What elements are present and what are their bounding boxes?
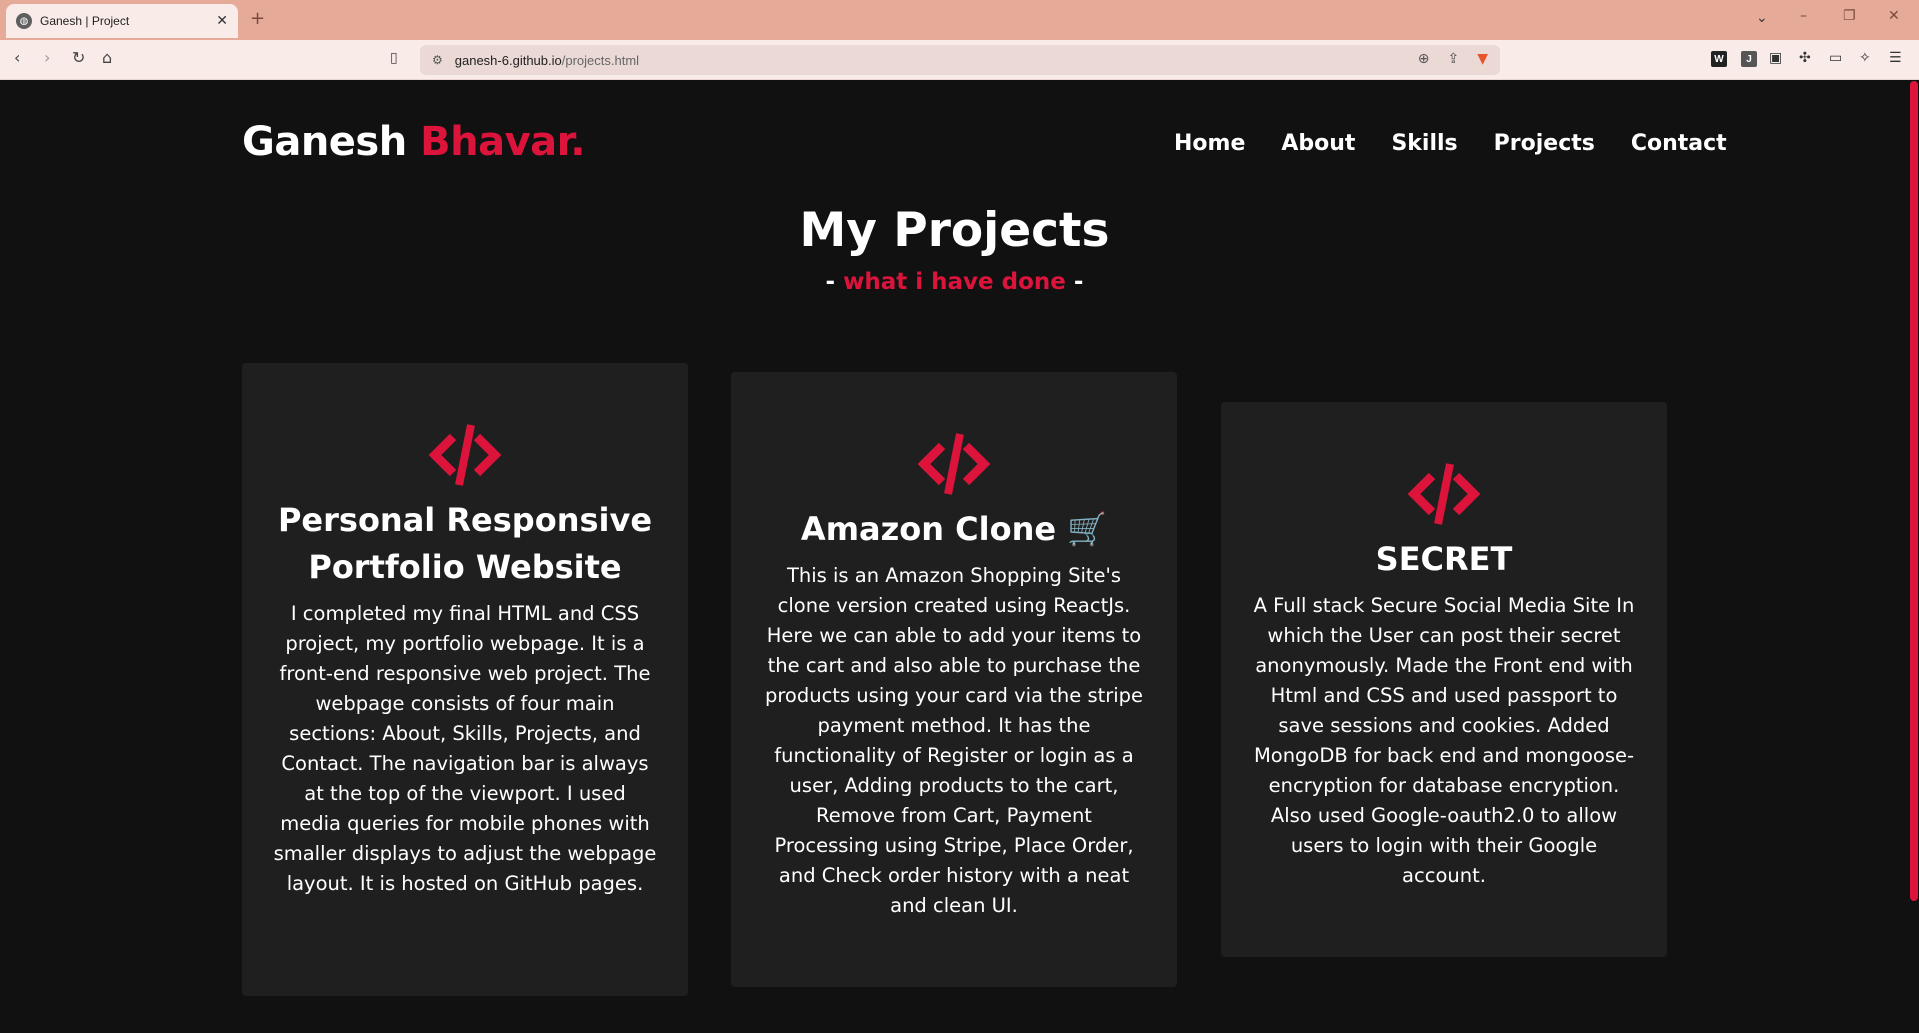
project-title: Personal Responsive Portfolio Website	[277, 501, 653, 586]
nav-skills[interactable]: Skills	[1391, 131, 1457, 156]
project-title: SECRET	[1375, 540, 1513, 578]
code-icon	[1407, 463, 1481, 525]
url-host: ganesh-6.github.io	[454, 52, 562, 68]
extension-w-icon[interactable]: W	[1711, 51, 1727, 67]
globe-icon: ◍	[16, 13, 32, 29]
restore-icon[interactable]: ❐	[1843, 8, 1856, 24]
menu-icon[interactable]: ☰	[1889, 50, 1902, 66]
browser-tab-bar: ◍ Ganesh | Project ✕ + ⌄ – ❐ ✕	[0, 0, 1919, 40]
minimize-icon[interactable]: –	[1800, 8, 1807, 24]
nav-projects[interactable]: Projects	[1494, 131, 1595, 156]
project-description: I completed my final HTML and CSS projec…	[273, 602, 657, 895]
browser-tab[interactable]: ◍ Ganesh | Project ✕	[6, 4, 238, 38]
reload-icon[interactable]: ↻	[72, 48, 85, 67]
project-card: Personal Responsive Portfolio Website I …	[242, 363, 688, 996]
zoom-icon[interactable]: ⊕	[1418, 51, 1430, 67]
leo-ai-icon[interactable]: ✧	[1859, 50, 1871, 66]
project-card: Amazon Clone 🛒 This is an Amazon Shoppin…	[731, 372, 1177, 987]
tab-title: Ganesh | Project	[40, 14, 130, 28]
address-bar[interactable]: ⚙ ganesh-6.github.io /projects.html ⊕ ⇪ …	[420, 45, 1500, 75]
code-icon	[917, 433, 991, 495]
back-icon[interactable]: ‹	[14, 48, 20, 67]
wallet-icon[interactable]: ▭	[1829, 50, 1842, 66]
subtitle-dash-right: -	[1065, 269, 1084, 295]
project-title: Amazon Clone 🛒	[800, 510, 1108, 548]
extensions-puzzle-icon[interactable]: ✣	[1799, 50, 1811, 66]
logo-first-name: Ganesh	[242, 119, 421, 165]
page-scrollbar[interactable]	[1909, 81, 1919, 1033]
bookmark-icon[interactable]: ▯	[390, 50, 398, 66]
new-tab-icon[interactable]: +	[250, 8, 265, 29]
subtitle-accent: what i have done	[843, 269, 1066, 295]
project-card: SECRET A Full stack Secure Social Media …	[1221, 402, 1667, 957]
extension-chat-icon[interactable]: ▣	[1769, 50, 1782, 66]
home-icon[interactable]: ⌂	[102, 48, 112, 67]
close-icon[interactable]: ✕	[216, 13, 228, 29]
site-logo[interactable]: Ganesh Bhavar.	[242, 119, 585, 165]
url-path: /projects.html	[561, 52, 640, 68]
nav-home[interactable]: Home	[1174, 131, 1245, 156]
site-settings-icon[interactable]: ⚙	[432, 53, 443, 67]
project-description: A Full stack Secure Social Media Site In…	[1253, 594, 1635, 887]
logo-last-name: Bhavar.	[420, 119, 585, 165]
nav-contact[interactable]: Contact	[1631, 131, 1727, 156]
browser-toolbar: ‹ › ↻ ⌂ ▯ ⚙ ganesh-6.github.io /projects…	[0, 40, 1919, 80]
extension-j-icon[interactable]: J	[1741, 51, 1757, 67]
project-description: This is an Amazon Shopping Site's clone …	[764, 564, 1144, 917]
nav-about[interactable]: About	[1281, 131, 1355, 156]
section-subtitle: - what i have done -	[0, 269, 1909, 295]
code-icon	[428, 424, 502, 486]
section-title: My Projects	[799, 203, 1110, 258]
forward-icon[interactable]: ›	[44, 48, 50, 67]
scrollbar-thumb[interactable]	[1910, 81, 1918, 901]
share-icon[interactable]: ⇪	[1447, 51, 1459, 67]
window-close-icon[interactable]: ✕	[1888, 8, 1900, 24]
brave-shield-icon[interactable]: ▼	[1477, 51, 1488, 67]
page-content: Ganesh Bhavar. Home About Skills Project…	[0, 81, 1909, 1033]
subtitle-dash-left: -	[825, 269, 844, 295]
site-nav: Home About Skills Projects Contact	[1174, 131, 1727, 156]
chevron-down-icon[interactable]: ⌄	[1756, 10, 1768, 26]
